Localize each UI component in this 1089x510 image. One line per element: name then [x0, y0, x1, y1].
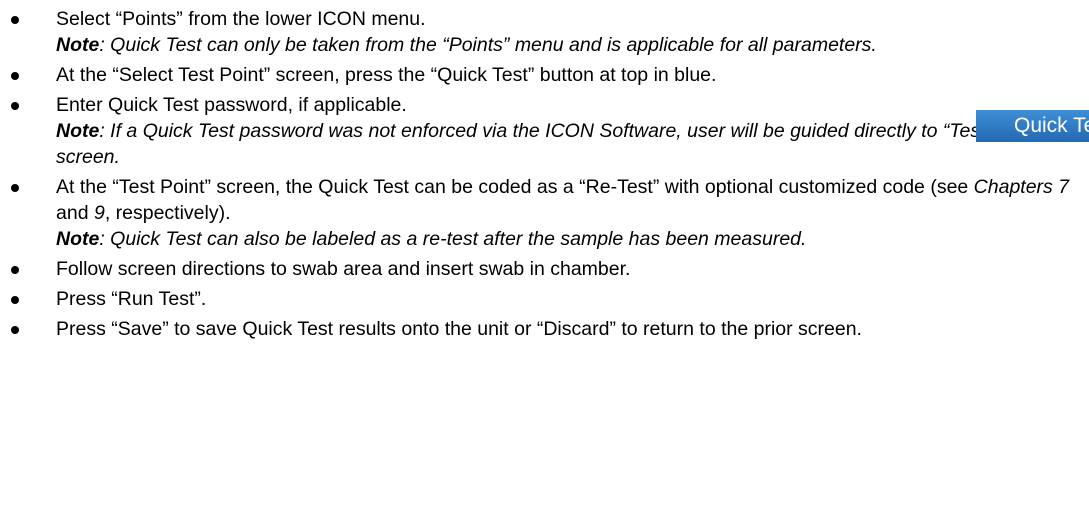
step-text: Enter Quick Test password, if applicable… — [56, 94, 407, 116]
step-note: Note: Quick Test can only be taken from … — [56, 32, 1089, 58]
note-text: : If a Quick Test password was not enfor… — [56, 120, 1042, 168]
step-text: Select “Points” from the lower ICON menu… — [56, 8, 426, 30]
bullet-icon — [11, 184, 19, 192]
instruction-list: Select “Points” from the lower ICON menu… — [0, 4, 1089, 344]
quick-test-button-label: Quick Test — [1014, 114, 1089, 137]
list-item: Follow screen directions to swab area an… — [0, 254, 1089, 284]
quick-test-button[interactable]: Quick Test — [976, 110, 1089, 142]
chapter-reference: 9 — [93, 202, 105, 224]
bullet-icon — [11, 102, 19, 110]
step-text: Press “Run Test”. — [56, 288, 207, 310]
bullet-icon — [11, 72, 19, 80]
step-note: Note: If a Quick Test password was not e… — [56, 118, 1089, 170]
step-text: and — [56, 202, 94, 224]
step-text: , respectively). — [104, 202, 231, 224]
note-text: : Quick Test can also be labeled as a re… — [99, 228, 807, 250]
step-text: At the “Test Point” screen, the Quick Te… — [56, 176, 974, 198]
bullet-icon — [11, 296, 19, 304]
step-text: Press “Save” to save Quick Test results … — [56, 318, 862, 340]
list-item: At the “Test Point” screen, the Quick Te… — [0, 172, 1089, 254]
step-text: Follow screen directions to swab area an… — [56, 258, 631, 280]
step-text: At the “Select Test Point” screen, press… — [56, 64, 717, 86]
bullet-icon — [11, 326, 19, 334]
list-item: At the “Select Test Point” screen, press… — [0, 60, 1089, 90]
list-item: Enter Quick Test password, if applicable… — [0, 90, 1089, 172]
chapter-reference: Chapters 7 — [973, 176, 1070, 198]
step-note: Note: Quick Test can also be labeled as … — [56, 226, 1089, 252]
note-label: Note — [56, 228, 100, 250]
list-item: Select “Points” from the lower ICON menu… — [0, 4, 1089, 60]
note-label: Note — [56, 120, 100, 142]
list-item: Press “Save” to save Quick Test results … — [0, 314, 1089, 344]
bullet-icon — [11, 266, 19, 274]
bullet-icon — [11, 16, 19, 24]
document-page: Select “Points” from the lower ICON menu… — [0, 0, 1089, 510]
note-label: Note — [56, 34, 100, 56]
note-text: : Quick Test can only be taken from the … — [99, 34, 877, 56]
list-item: Press “Run Test”. — [0, 284, 1089, 314]
